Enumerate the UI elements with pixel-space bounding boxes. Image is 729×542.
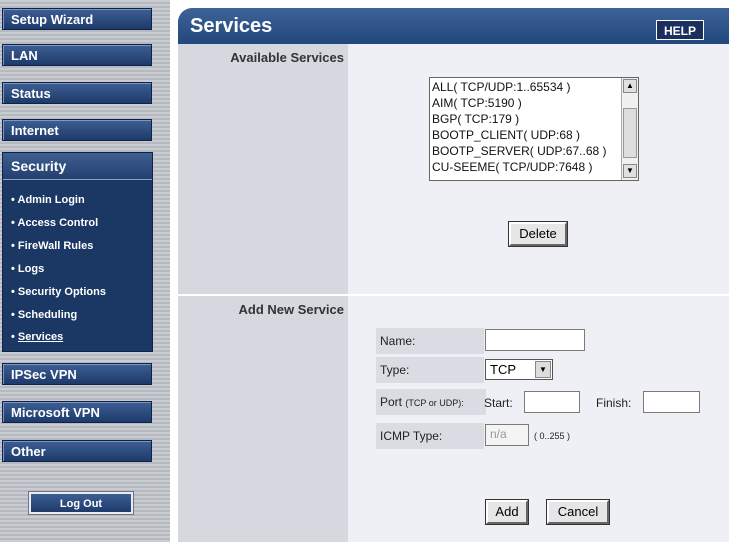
scroll-up-icon[interactable]: ▲ — [623, 79, 637, 93]
listbox-scrollbar[interactable]: ▲ ▼ — [621, 78, 638, 180]
help-button[interactable]: HELP — [656, 20, 704, 40]
service-option[interactable]: ALL( TCP/UDP:1..65534 ) — [432, 80, 571, 94]
port-hint: (TCP or UDP): — [405, 398, 464, 408]
add-service-label-cell: Add New Service — [178, 296, 348, 542]
sidebar-item-scheduling[interactable]: • Scheduling — [11, 309, 77, 321]
sidebar-item-admin-login[interactable]: • Admin Login — [11, 194, 85, 206]
sidebar-item-label: Services — [17, 331, 64, 343]
cancel-button[interactable]: Cancel — [546, 499, 610, 525]
nav-ipsec-vpn[interactable]: IPSec VPN — [2, 363, 152, 385]
nav-status[interactable]: Status — [2, 82, 152, 104]
sidebar-item-label: Scheduling — [17, 309, 78, 321]
service-option[interactable]: BOOTP_SERVER( UDP:67..68 ) — [432, 144, 607, 158]
name-label: Name: — [376, 328, 484, 354]
main-content: Services HELP Available Services ALL( TC… — [178, 8, 729, 542]
finish-label: Finish: — [596, 396, 632, 410]
nav-security[interactable]: Security — [3, 153, 152, 180]
port-finish-field[interactable] — [643, 391, 700, 413]
nav-internet[interactable]: Internet — [2, 119, 152, 141]
page-title: Services — [190, 15, 273, 37]
delete-button[interactable]: Delete — [508, 221, 568, 247]
type-select-value: TCP — [490, 362, 516, 377]
add-button[interactable]: Add — [485, 499, 529, 525]
sidebar-item-security-options[interactable]: • Security Options — [11, 286, 106, 298]
service-option[interactable]: CU-SEEME( TCP/UDP:7648 ) — [432, 160, 592, 174]
available-services-label: Available Services — [230, 50, 344, 65]
port-label: Port (TCP or UDP): — [376, 389, 486, 415]
icmp-range-hint: ( 0..255 ) — [534, 431, 571, 441]
scroll-down-icon[interactable]: ▼ — [623, 164, 637, 178]
port-start-field[interactable] — [524, 391, 580, 413]
available-services-label-cell: Available Services — [178, 44, 348, 294]
service-option[interactable]: AIM( TCP:5190 ) — [432, 96, 522, 110]
page-header: Services HELP — [178, 8, 729, 44]
sidebar-item-access-control[interactable]: • Access Control — [11, 217, 98, 229]
start-label: Start: — [484, 396, 513, 410]
security-menu-panel: Security • Admin Login • Access Control … — [2, 152, 153, 352]
sidebar-item-services[interactable]: • Services — [11, 331, 63, 343]
nav-lan[interactable]: LAN — [2, 44, 152, 66]
chevron-down-icon[interactable]: ▼ — [535, 361, 551, 378]
scroll-thumb[interactable] — [623, 108, 637, 158]
sidebar-item-label: FireWall Rules — [17, 240, 94, 252]
service-option[interactable]: BGP( TCP:179 ) — [432, 112, 519, 126]
nav-other[interactable]: Other — [2, 440, 152, 462]
service-option[interactable]: BOOTP_CLIENT( UDP:68 ) — [432, 128, 580, 142]
sidebar: Setup Wizard LAN Status Internet Securit… — [0, 0, 170, 542]
nav-setup-wizard[interactable]: Setup Wizard — [2, 8, 152, 30]
port-label-text: Port — [380, 395, 403, 409]
type-select[interactable]: TCP ▼ — [485, 359, 553, 380]
icmp-type-field[interactable]: n/a — [485, 424, 529, 446]
services-listbox[interactable]: ALL( TCP/UDP:1..65534 ) AIM( TCP:5190 ) … — [429, 77, 639, 181]
sidebar-item-label: Access Control — [17, 217, 99, 229]
nav-microsoft-vpn[interactable]: Microsoft VPN — [2, 401, 152, 423]
service-name-field[interactable] — [485, 329, 585, 351]
logout-button[interactable]: Log Out — [28, 491, 134, 515]
type-label: Type: — [376, 357, 484, 383]
sidebar-item-label: Admin Login — [17, 194, 85, 206]
sidebar-item-firewall-rules[interactable]: • FireWall Rules — [11, 240, 93, 252]
icmp-type-label: ICMP Type: — [376, 423, 484, 449]
add-service-label: Add New Service — [238, 302, 345, 317]
sidebar-item-logs[interactable]: • Logs — [11, 263, 44, 275]
sidebar-item-label: Security Options — [17, 286, 106, 298]
sidebar-item-label: Logs — [17, 263, 45, 275]
